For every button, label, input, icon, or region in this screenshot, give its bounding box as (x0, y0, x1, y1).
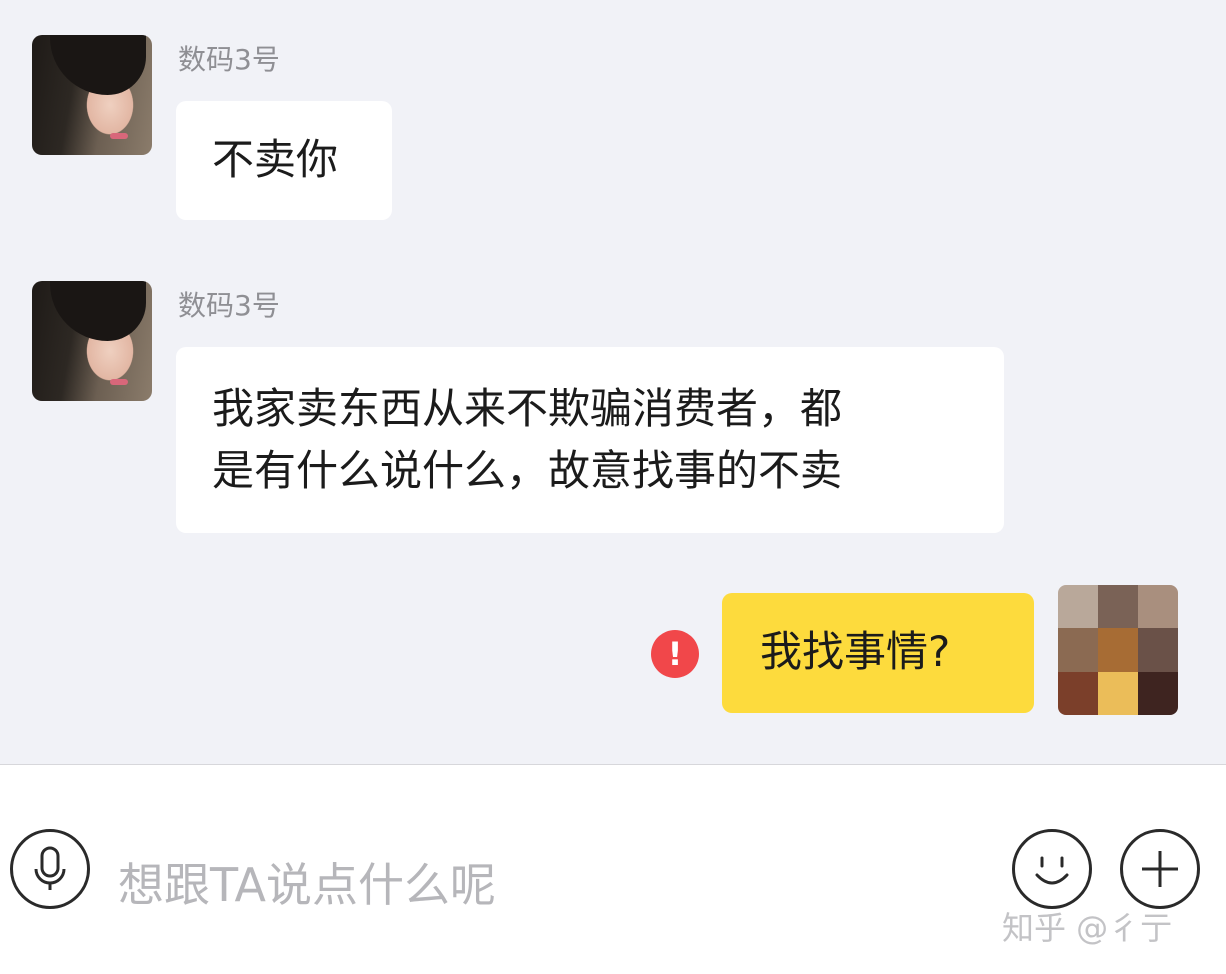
send-failed-icon[interactable]: ! (651, 630, 699, 678)
message-text-line: 我家卖东西从来不欺骗消费者，都 (212, 384, 843, 433)
plus-icon (1142, 851, 1178, 887)
message-bubble-incoming[interactable]: 不卖你 (176, 101, 392, 220)
voice-button[interactable] (10, 829, 90, 909)
more-button[interactable] (1120, 829, 1200, 909)
watermark: 知乎 @彳亍 (1002, 909, 1173, 947)
message-text: 我找事情? (760, 627, 951, 676)
sender-name: 数码3号 (178, 289, 280, 322)
message-text: 不卖你 (212, 135, 339, 184)
message-bubble-outgoing[interactable]: 我找事情? (722, 593, 1034, 713)
message-text-line: 是有什么说什么，故意找事的不卖 (212, 446, 843, 495)
smiley-icon (1035, 856, 1069, 885)
message-bubble-incoming[interactable]: 我家卖东西从来不欺骗消费者，都 是有什么说什么，故意找事的不卖 (176, 347, 1004, 533)
sender-avatar[interactable] (32, 281, 152, 401)
input-bar: 想跟TA说点什么呢 知乎 @彳亍 (0, 764, 1226, 974)
emoji-button[interactable] (1012, 829, 1092, 909)
sender-avatar[interactable] (32, 35, 152, 155)
my-avatar[interactable] (1058, 585, 1178, 715)
microphone-icon (34, 846, 66, 890)
sender-name: 数码3号 (178, 43, 280, 76)
chat-area[interactable]: 数码3号 不卖你 数码3号 我家卖东西从来不欺骗消费者，都 是有什么说什么，故意… (0, 0, 1226, 764)
message-input[interactable]: 想跟TA说点什么呢 (118, 849, 496, 915)
